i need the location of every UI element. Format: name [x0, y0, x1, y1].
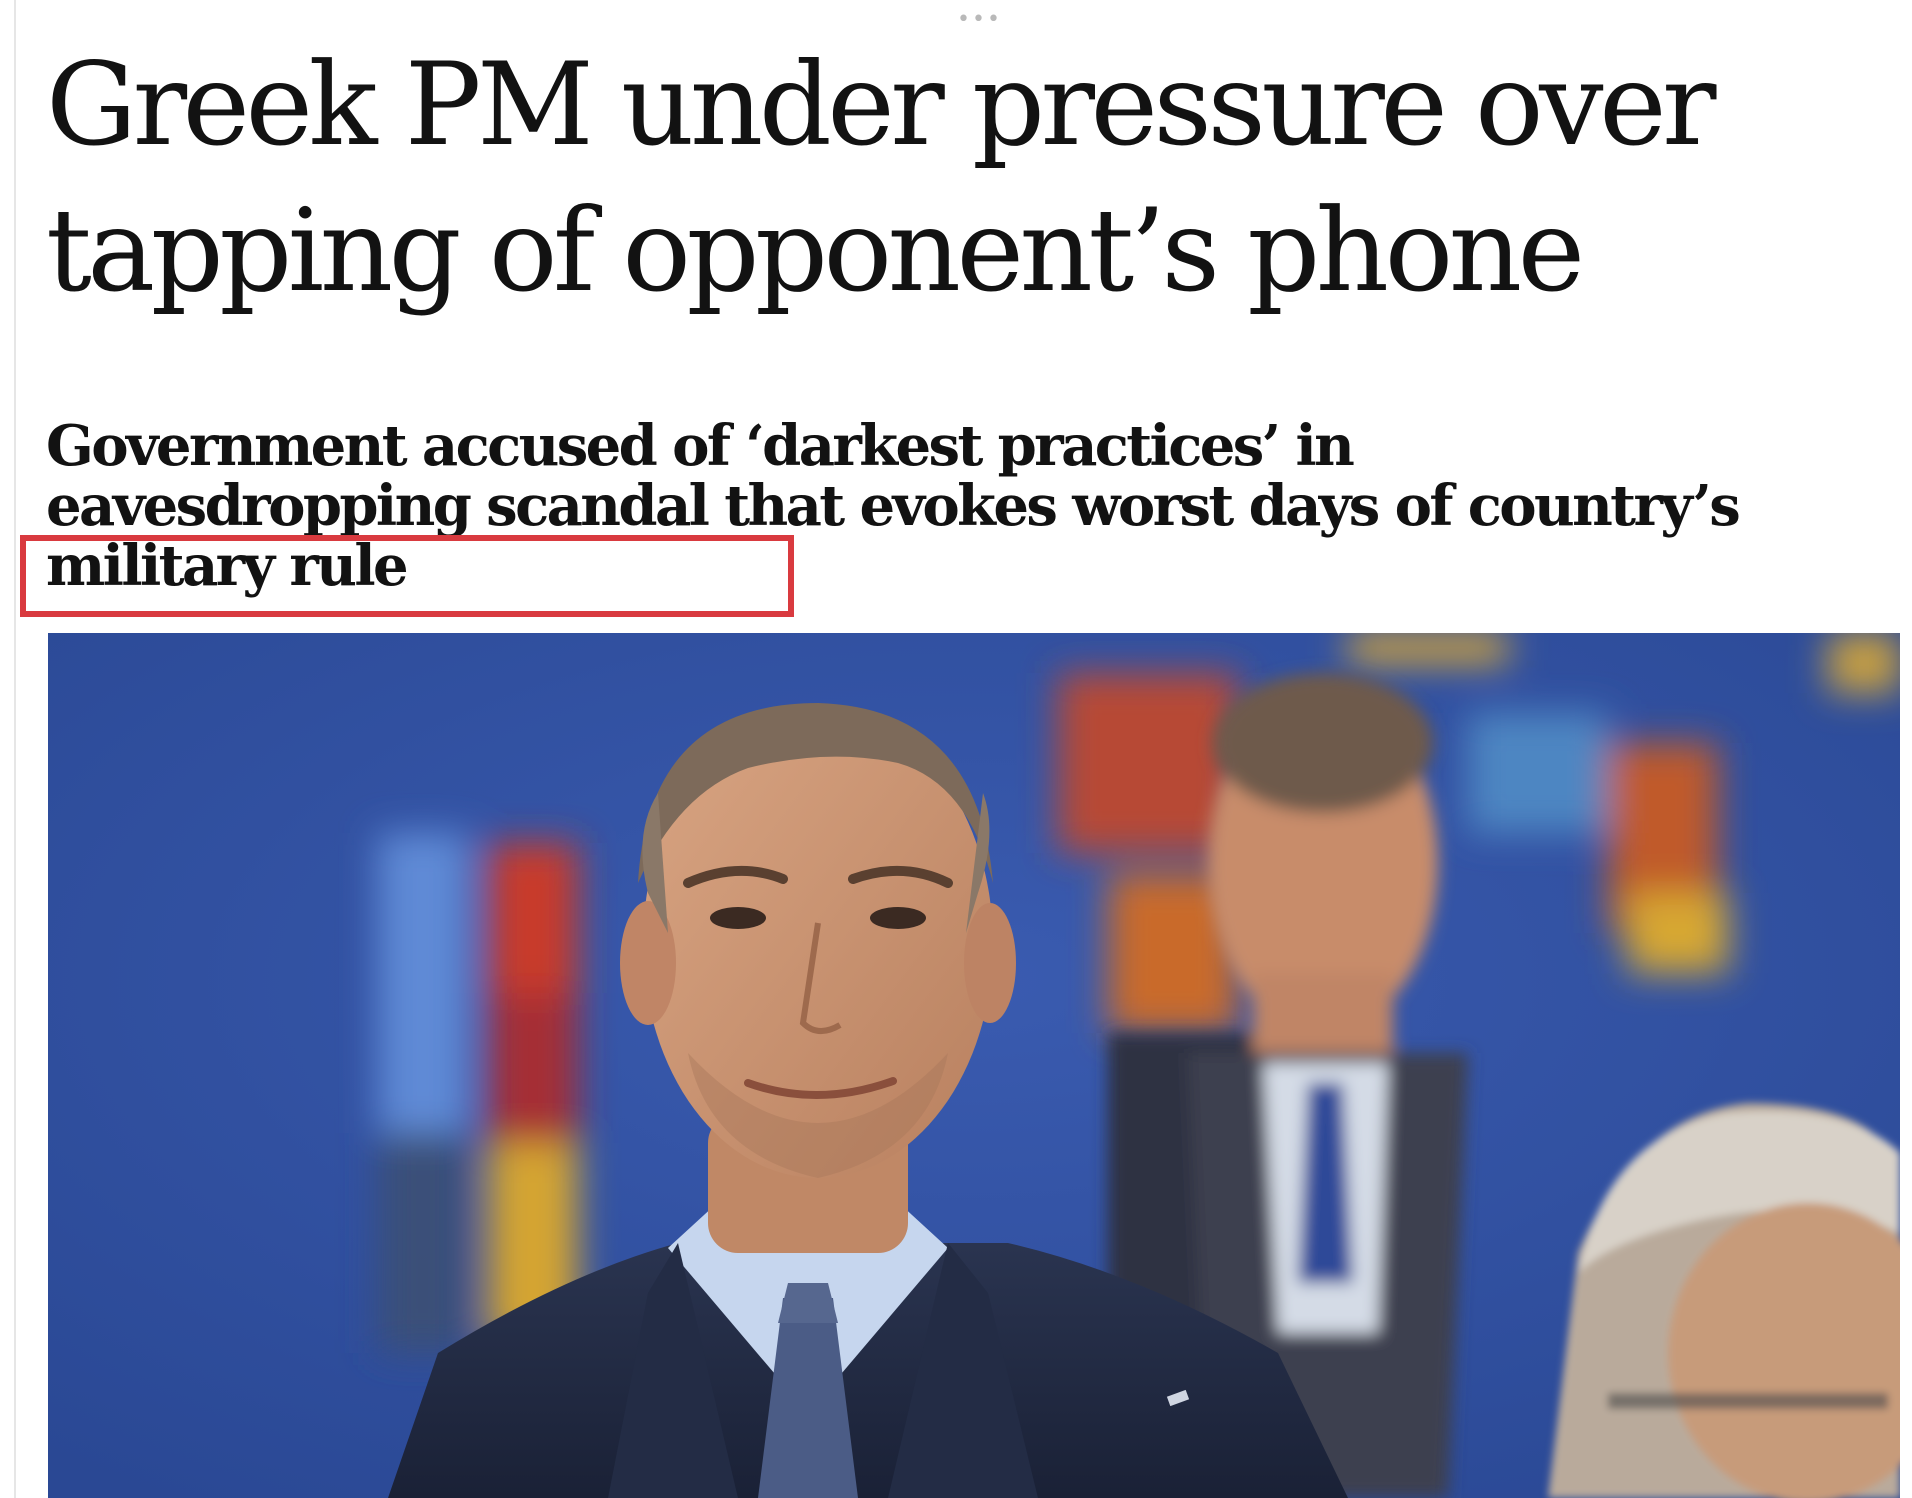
- article-photo: [48, 633, 1900, 1498]
- highlight-annotation-box: [20, 535, 794, 617]
- page-left-border: [14, 0, 16, 1498]
- more-options-icon[interactable]: •••: [957, 9, 1002, 31]
- article-headline: Greek PM under pressure over tapping of …: [46, 38, 1717, 317]
